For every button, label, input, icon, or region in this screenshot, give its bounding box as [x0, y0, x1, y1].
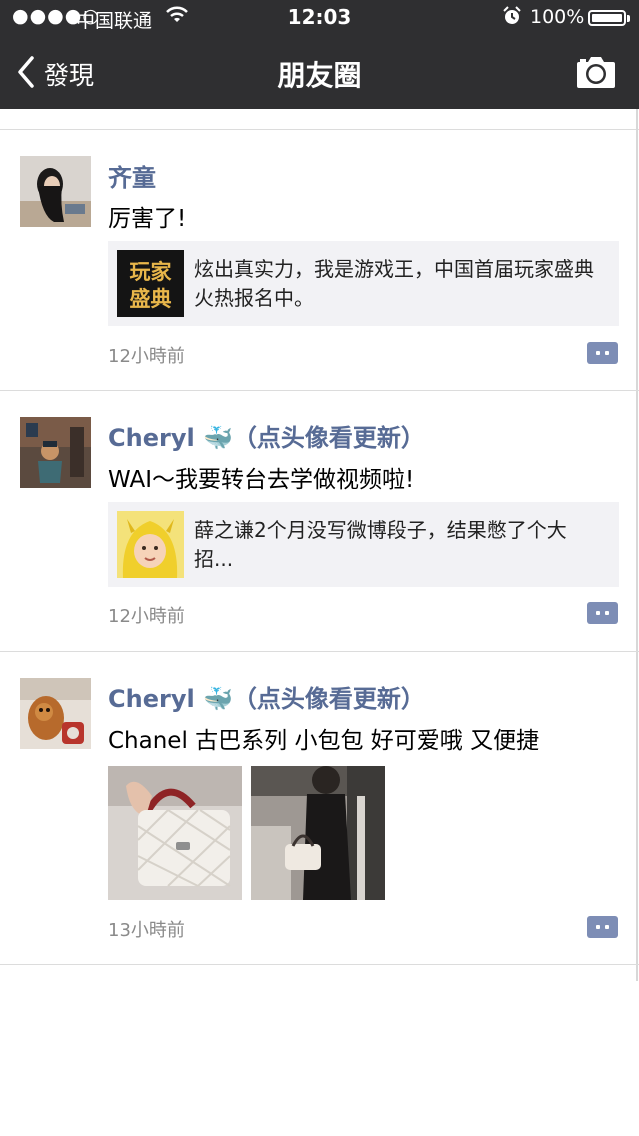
shared-link-thumbnail: [117, 511, 184, 578]
alarm-icon: [502, 6, 522, 31]
dot-icon: [605, 351, 609, 355]
post-photo[interactable]: [108, 766, 242, 900]
avatar[interactable]: [20, 678, 91, 749]
comment-menu-button[interactable]: [587, 916, 618, 938]
svg-text:玩家: 玩家: [130, 260, 173, 284]
dot-icon: [596, 351, 600, 355]
post-text: WAI～我要转台去学做视频啦!: [108, 467, 415, 493]
battery-tip: [627, 15, 630, 22]
post-photo[interactable]: [251, 766, 385, 900]
post-divider: [0, 390, 639, 391]
battery-percent: 100%: [530, 6, 585, 28]
page-title: 朋友圈: [277, 59, 362, 92]
post-text: 厉害了!: [108, 206, 187, 232]
camera-icon: [577, 57, 615, 88]
dot-icon: [596, 611, 600, 615]
post-divider: [0, 651, 639, 652]
post-timestamp: 13小時前: [108, 920, 185, 941]
shared-link-thumbnail: 玩家 盛典: [117, 250, 184, 317]
post-timestamp: 12小時前: [108, 606, 185, 627]
status-bar: ●●●●○ 中国联通 12:03 100%: [0, 0, 639, 36]
post-text: Chanel 古巴系列 小包包 好可爱哦 又便捷: [108, 728, 540, 754]
post-author-name[interactable]: Cheryl 🐳（点头像看更新）: [108, 418, 425, 453]
shared-link-title: 炫出真实力，我是游戏王，中国首届玩家盛典火热报名中。: [194, 257, 594, 310]
comment-menu-button[interactable]: [587, 342, 618, 364]
shared-link-card[interactable]: 玩家 盛典 炫出真实力，我是游戏王，中国首届玩家盛典火热报名中。: [108, 241, 619, 326]
battery-icon: [588, 10, 626, 26]
scrollbar[interactable]: [636, 109, 638, 981]
post-author-name[interactable]: Cheryl 🐳（点头像看更新）: [108, 679, 425, 714]
post-timestamp: 12小時前: [108, 346, 185, 367]
avatar[interactable]: [20, 417, 91, 488]
post-divider: [0, 964, 639, 965]
camera-button[interactable]: [576, 55, 616, 89]
top-bar: ●●●●○ 中国联通 12:03 100% 發現 朋友圈: [0, 0, 639, 109]
avatar[interactable]: [20, 156, 91, 227]
post-author-name[interactable]: 齐童: [108, 158, 156, 193]
shared-link-title: 薛之谦2个月没写微博段子，结果憋了个大招...: [194, 518, 567, 571]
feed-top-divider: [0, 129, 639, 130]
dot-icon: [605, 611, 609, 615]
comment-menu-button[interactable]: [587, 602, 618, 624]
shared-link-card[interactable]: 薛之谦2个月没写微博段子，结果憋了个大招...: [108, 502, 619, 587]
svg-text:盛典: 盛典: [130, 287, 172, 311]
dot-icon: [605, 925, 609, 929]
dot-icon: [596, 925, 600, 929]
